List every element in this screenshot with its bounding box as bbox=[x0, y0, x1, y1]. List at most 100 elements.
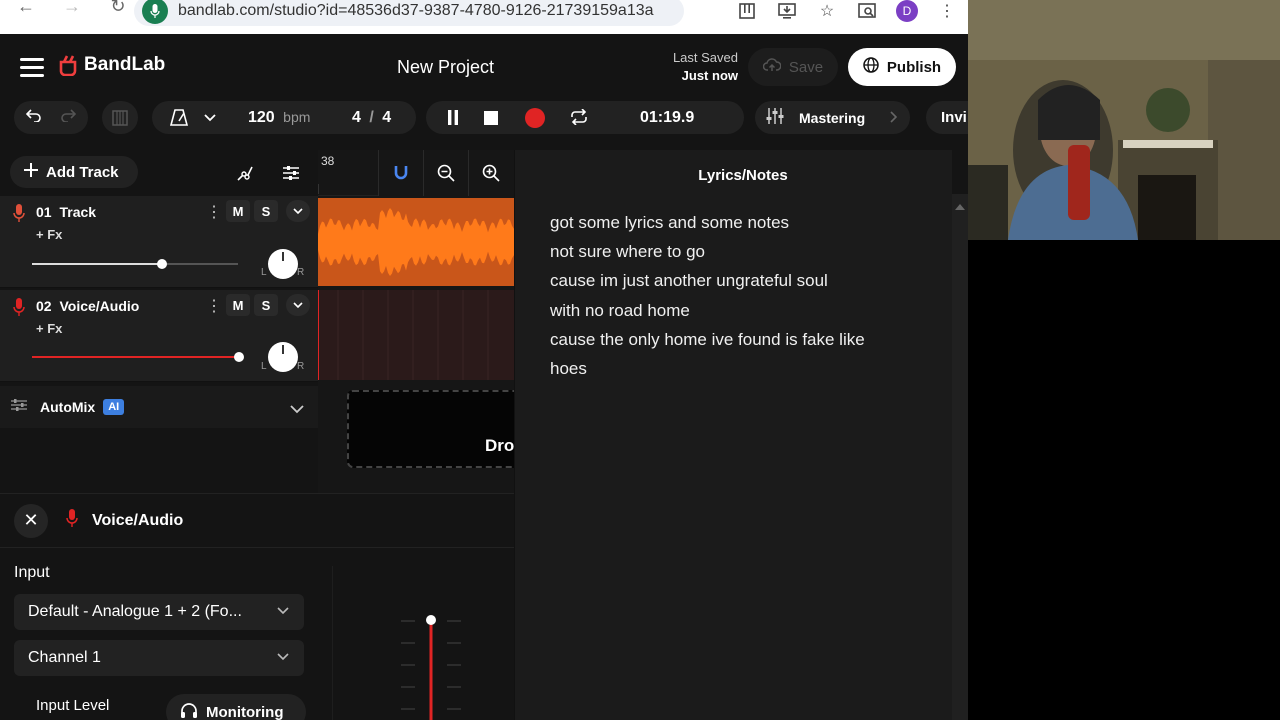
search-tab-icon[interactable] bbox=[856, 0, 878, 22]
volume-slider-handle[interactable] bbox=[157, 259, 167, 269]
zoom-out-icon[interactable] bbox=[423, 150, 468, 196]
bandlab-studio: ← → ↻ bandlab.com/studio?id=48536d37-938… bbox=[0, 0, 968, 720]
redo-icon[interactable] bbox=[60, 108, 77, 127]
track-row[interactable]: 01 Track + Fx ⋮ M S L R bbox=[0, 196, 318, 288]
snap-magnet-icon[interactable] bbox=[378, 150, 423, 196]
mic-in-use-icon[interactable] bbox=[142, 0, 168, 24]
last-saved-status: Last Saved Just now bbox=[660, 49, 738, 85]
add-track-button[interactable]: Add Track bbox=[10, 156, 138, 188]
bookmark-star-icon[interactable]: ☆ bbox=[816, 0, 838, 22]
mute-button[interactable]: M bbox=[226, 200, 250, 222]
time-signature[interactable]: 4 / 4 bbox=[352, 109, 391, 127]
mastering-label: Mastering bbox=[799, 109, 866, 126]
tempo-field[interactable]: 120 bpm bbox=[248, 109, 310, 127]
transport-bar: 120 bpm 4 / 4 01:19.9 Mastering Invi bbox=[0, 100, 968, 150]
mastering-button[interactable]: Mastering bbox=[755, 101, 910, 134]
add-fx-button[interactable]: + Fx bbox=[36, 321, 62, 336]
track-row[interactable]: 02 Voice/Audio + Fx ⋮ M S L R bbox=[0, 290, 318, 382]
publish-label: Publish bbox=[886, 58, 942, 76]
cloud-upload-icon bbox=[762, 58, 782, 76]
stop-icon[interactable] bbox=[484, 111, 498, 130]
address-bar[interactable]: bandlab.com/studio?id=48536d37-9387-4780… bbox=[134, 0, 684, 26]
piano-extension-icon[interactable] bbox=[736, 0, 758, 22]
browser-toolbar: ← → ↻ bandlab.com/studio?id=48536d37-938… bbox=[0, 0, 968, 34]
panel-header: ✕ Voice/Audio bbox=[0, 494, 514, 548]
automation-icon[interactable] bbox=[234, 162, 256, 184]
track-expand-chevron-icon[interactable] bbox=[286, 200, 310, 222]
project-title[interactable]: New Project bbox=[397, 57, 494, 78]
publish-button[interactable]: Publish bbox=[848, 48, 956, 86]
channel-select[interactable]: Channel 1 bbox=[14, 640, 304, 676]
lyrics-title: Lyrics/Notes bbox=[698, 167, 788, 184]
metronome-chevron-down-icon[interactable] bbox=[204, 110, 216, 128]
keyboard-icon[interactable] bbox=[102, 101, 138, 134]
record-icon[interactable] bbox=[524, 107, 546, 134]
menu-icon[interactable] bbox=[20, 58, 44, 77]
logo-text: BandLab bbox=[84, 54, 166, 75]
track-settings-icon[interactable] bbox=[280, 162, 302, 184]
undo-icon[interactable] bbox=[25, 108, 42, 127]
panel-title: Voice/Audio bbox=[92, 511, 184, 529]
pan-knob[interactable] bbox=[268, 249, 298, 279]
pan-right-label: R bbox=[297, 267, 305, 278]
monitoring-button[interactable]: Monitoring bbox=[166, 694, 306, 720]
add-fx-button[interactable]: + Fx bbox=[36, 227, 62, 242]
more-vert-icon[interactable]: ⋮ bbox=[936, 0, 958, 22]
mastering-sliders-icon bbox=[765, 106, 785, 129]
ruler-bar-number: 38 bbox=[321, 154, 335, 168]
drop-zone[interactable]: Dro bbox=[347, 390, 514, 468]
webcam-overlay bbox=[968, 0, 1280, 240]
playback-controls: 01:19.9 bbox=[426, 101, 744, 134]
timeline-area[interactable]: 38 Dro bbox=[318, 150, 514, 493]
profile-avatar[interactable]: D bbox=[896, 0, 918, 22]
bandlab-logo[interactable]: BandLab bbox=[58, 54, 165, 76]
zoom-in-icon[interactable] bbox=[468, 150, 513, 196]
recording-clip-area[interactable] bbox=[318, 290, 514, 380]
playhead[interactable] bbox=[318, 290, 319, 380]
input-label: Input bbox=[14, 564, 50, 581]
pan-knob[interactable] bbox=[268, 342, 298, 372]
forward-arrow-icon[interactable]: → bbox=[52, 0, 92, 17]
automix-bar[interactable]: AutoMix AI bbox=[0, 386, 318, 428]
save-button[interactable]: Save bbox=[748, 48, 838, 86]
volume-slider-handle[interactable] bbox=[234, 352, 244, 362]
last-saved-value: Just now bbox=[681, 68, 738, 83]
track-name[interactable]: 01 Track bbox=[36, 204, 96, 220]
close-icon[interactable]: ✕ bbox=[14, 503, 48, 538]
solo-button[interactable]: S bbox=[254, 200, 278, 222]
add-track-label: Add Track bbox=[46, 163, 119, 181]
lyric-line: cause the only home ive found is fake li… bbox=[550, 329, 865, 349]
track-expand-chevron-icon[interactable] bbox=[286, 294, 310, 316]
undo-redo-group bbox=[14, 101, 88, 134]
volume-slider[interactable] bbox=[32, 259, 238, 269]
solo-button[interactable]: S bbox=[254, 294, 278, 316]
pause-icon[interactable] bbox=[446, 110, 460, 130]
track-menu-icon[interactable]: ⋮ bbox=[206, 202, 222, 222]
level-fader[interactable] bbox=[333, 566, 515, 720]
input-device-select[interactable]: Default - Analogue 1 + 2 (Fo... bbox=[14, 594, 304, 630]
invite-button[interactable]: Invi bbox=[926, 101, 968, 134]
mute-button[interactable]: M bbox=[226, 294, 250, 316]
lyrics-editor[interactable]: got some lyrics and some notes not sure … bbox=[550, 208, 865, 383]
back-arrow-icon[interactable]: ← bbox=[6, 0, 46, 17]
input-level-meter[interactable] bbox=[332, 566, 514, 720]
automix-chevron-down-icon[interactable] bbox=[290, 401, 304, 419]
metronome-icon[interactable] bbox=[169, 109, 189, 131]
chevron-right-icon bbox=[890, 110, 898, 126]
last-saved-label: Last Saved bbox=[672, 50, 738, 65]
timeline-ruler[interactable]: 38 bbox=[318, 150, 514, 196]
lyrics-scrollbar[interactable] bbox=[952, 194, 968, 720]
reload-icon[interactable]: ↻ bbox=[98, 0, 138, 17]
drop-zone-text: Dro bbox=[485, 436, 514, 455]
install-app-icon[interactable] bbox=[776, 0, 798, 22]
time-display: 01:19.9 bbox=[640, 109, 695, 126]
ai-badge: AI bbox=[103, 399, 125, 415]
loop-icon[interactable] bbox=[570, 108, 588, 130]
audio-clip[interactable] bbox=[318, 198, 514, 286]
automix-label: AutoMix bbox=[40, 399, 96, 415]
track-name[interactable]: 02 Voice/Audio bbox=[36, 298, 139, 314]
url-text: bandlab.com/studio?id=48536d37-9387-4780… bbox=[178, 2, 654, 19]
volume-slider[interactable] bbox=[32, 352, 244, 362]
scroll-up-arrow-icon[interactable] bbox=[955, 198, 965, 216]
track-menu-icon[interactable]: ⋮ bbox=[206, 296, 222, 316]
